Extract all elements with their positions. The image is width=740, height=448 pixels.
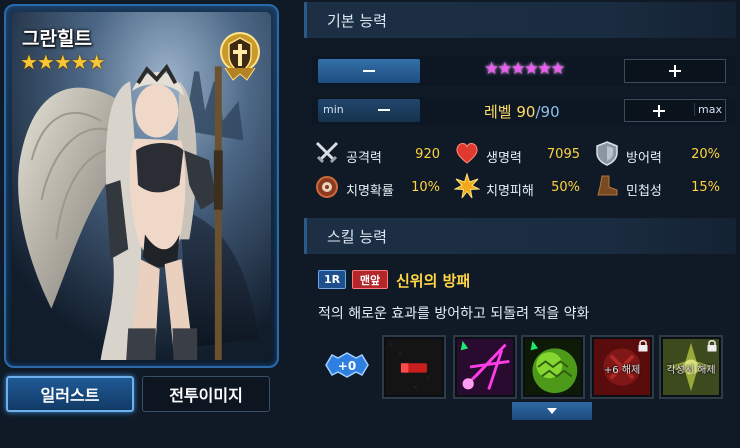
level-min-label: min — [323, 103, 344, 116]
character-card: 그란힐트 ★★★★★ — [4, 4, 279, 368]
skill-slot-5[interactable]: 각성시 해제 — [659, 335, 723, 399]
level-display: 레벨 90/90 — [484, 101, 560, 122]
lock-icon — [707, 340, 717, 352]
crossed-swords-icon — [315, 141, 339, 164]
level-max: /90 — [535, 103, 560, 121]
evolution-increase-button[interactable] — [624, 59, 726, 83]
skill-name: 신위의 방패 — [396, 272, 471, 290]
minus-icon — [378, 109, 390, 111]
level-decrease-button[interactable]: min — [318, 99, 420, 122]
basic-stats-header: 기본 능력 — [304, 2, 736, 38]
character-rarity-stars: ★★★★★ — [20, 50, 106, 74]
lock-icon — [638, 340, 648, 352]
burst-icon — [454, 173, 480, 199]
skill-level-badge: +0 — [325, 352, 369, 378]
target-icon — [316, 176, 338, 198]
heart-icon — [456, 143, 478, 164]
stat-agility: 민첩성 15% — [594, 175, 720, 199]
stat-crit-damage: 치명피해 50% — [454, 173, 580, 199]
level-label: 레벨 — [484, 103, 517, 121]
unlock-condition-text: +6 해제 — [603, 365, 641, 376]
level-max-label: max — [694, 103, 722, 116]
basic-stats-title: 기본 능력 — [327, 12, 387, 30]
skill-slot-1[interactable] — [382, 335, 446, 399]
stat-defense: 방어력 20% — [594, 141, 720, 166]
class-emblem-icon — [220, 32, 260, 81]
stat-crit-rate: 치명확률 10% — [314, 176, 440, 199]
evolution-stars: ★★★★★★ — [484, 59, 565, 79]
expand-skills-button[interactable] — [512, 402, 592, 420]
stat-health: 생명력 7095 — [454, 143, 580, 166]
shield-icon — [596, 141, 618, 166]
skill-slot-4[interactable]: +6 해제 — [590, 335, 654, 399]
magenta-strike-icon — [457, 339, 513, 395]
tab-battle-image[interactable]: 전투이미지 — [142, 376, 270, 412]
tab-illustration[interactable]: 일러스트 — [6, 376, 134, 412]
skill-position-tag: 맨앞 — [352, 270, 388, 289]
skill-slot-2[interactable] — [453, 335, 517, 399]
skill-level-text: +0 — [338, 359, 356, 373]
skill-slot-3[interactable] — [521, 335, 585, 399]
character-name: 그란힐트 — [22, 28, 92, 50]
green-orb-icon — [525, 339, 581, 395]
skill-description: 적의 해로운 효과를 방어하고 되돌려 적을 약화 — [318, 306, 590, 322]
level-increase-button[interactable]: max — [624, 99, 726, 122]
stat-attack: 공격력 920 — [314, 141, 440, 166]
red-bar-icon — [386, 339, 442, 395]
skill-header: 스킬 능력 — [304, 218, 736, 254]
level-current: 90 — [516, 103, 536, 121]
skill-round-tag: 1R — [318, 270, 346, 289]
unlock-condition-text: 각성시 해제 — [666, 365, 716, 376]
evolution-decrease-button[interactable] — [318, 59, 420, 83]
boot-icon — [597, 175, 618, 196]
skill-section-title: 스킬 능력 — [327, 228, 387, 246]
